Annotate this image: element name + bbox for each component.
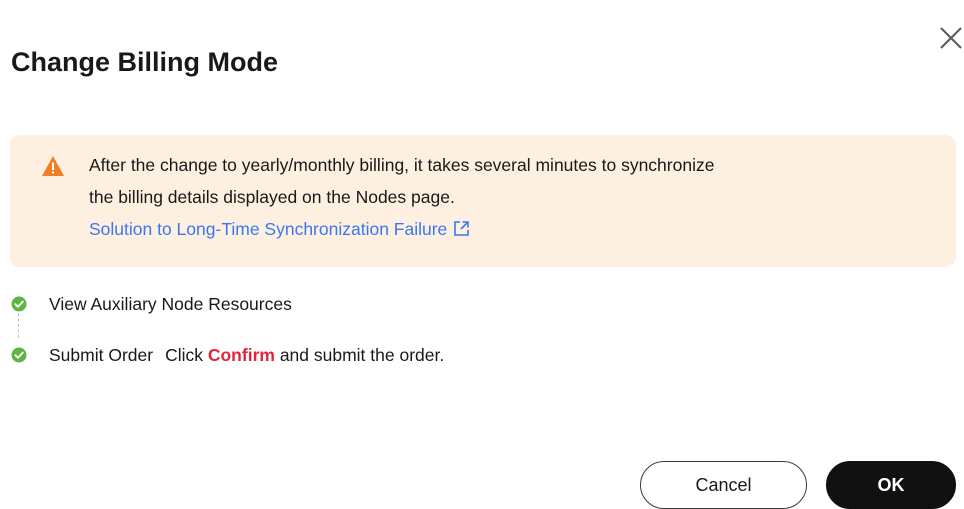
step-desc-emphasis: Confirm (207, 344, 275, 365)
cancel-button[interactable]: Cancel (640, 461, 807, 509)
alert-message: After the change to yearly/monthly billi… (89, 149, 939, 245)
step-desc-prefix: Click (165, 344, 203, 365)
step-desc-suffix: and submit the order. (279, 344, 445, 365)
change-billing-mode-dialog: Change Billing Mode After the change to … (0, 0, 964, 509)
link-label: Solution to Long-Time Synchronization Fa… (89, 219, 448, 239)
ok-button[interactable]: OK (826, 461, 956, 509)
sync-failure-solution-link[interactable]: Solution to Long-Time Synchronization Fa… (89, 219, 470, 239)
step-submit-order: Submit Order Click Confirm and submit th… (11, 343, 444, 367)
step-view-auxiliary-node-resources: View Auxiliary Node Resources (11, 292, 292, 316)
step-title: Submit Order (49, 344, 154, 365)
step-connector (18, 313, 19, 338)
close-button[interactable] (934, 22, 964, 52)
warning-triangle-icon (42, 156, 64, 176)
alert-line-1: After the change to yearly/monthly billi… (89, 155, 715, 175)
dialog-title: Change Billing Mode (11, 47, 278, 77)
check-circle-icon (11, 347, 27, 363)
close-icon (940, 27, 962, 49)
alert-line-2: the billing details displayed on the Nod… (89, 187, 455, 207)
check-circle-icon (11, 296, 27, 312)
step-title: View Auxiliary Node Resources (49, 293, 292, 314)
external-link-icon (454, 221, 470, 236)
sync-warning-alert: After the change to yearly/monthly billi… (10, 135, 956, 267)
